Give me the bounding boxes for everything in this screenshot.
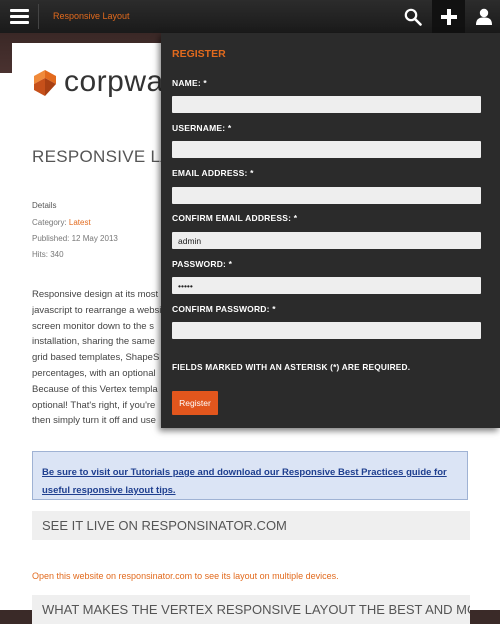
- category-label: Category:: [32, 218, 69, 227]
- panel-title: REGISTER: [172, 48, 226, 60]
- email-label: EMAIL ADDRESS: *: [172, 168, 254, 178]
- user-icon: [475, 8, 492, 25]
- name-field[interactable]: [172, 96, 481, 113]
- required-note: FIELDS MARKED WITH AN ASTERISK (*) ARE R…: [172, 362, 411, 372]
- article-title: RESPONSIVE LA: [32, 147, 172, 166]
- logo-text: corpwa: [64, 65, 164, 98]
- password-field[interactable]: [172, 277, 481, 294]
- responsinator-link[interactable]: Open this website on responsinator.com t…: [32, 571, 339, 581]
- top-bar: Responsive Layout: [0, 0, 500, 33]
- username-field[interactable]: [172, 141, 481, 158]
- confirm-password-label: CONFIRM PASSWORD: *: [172, 304, 276, 314]
- callout-line: useful responsive layout tips.: [42, 485, 176, 496]
- section-heading-responsinator: SEE IT LIVE ON RESPONSINATOR.COM: [32, 511, 470, 540]
- confirm-password-field[interactable]: [172, 322, 481, 339]
- menu-button[interactable]: [0, 0, 38, 33]
- confirm-email-label: CONFIRM EMAIL ADDRESS: *: [172, 213, 298, 223]
- plus-icon: [440, 8, 457, 25]
- search-button[interactable]: [396, 0, 429, 33]
- tutorials-callout: Be sure to visit our Tutorials page and …: [32, 451, 468, 500]
- username-label: USERNAME: *: [172, 123, 232, 133]
- category-link[interactable]: Latest: [69, 218, 91, 227]
- category-line: Category: Latest: [32, 218, 91, 227]
- published-date: Published: 12 May 2013: [32, 234, 118, 243]
- search-icon: [404, 8, 422, 26]
- add-button[interactable]: [432, 0, 465, 33]
- tutorials-link[interactable]: Be sure to visit our Tutorials page and …: [42, 467, 447, 496]
- callout-line: Be sure to visit our Tutorials page and …: [42, 467, 447, 478]
- logo-icon: [34, 70, 56, 96]
- register-button[interactable]: Register: [172, 391, 218, 415]
- password-label: PASSWORD: *: [172, 259, 233, 269]
- site-title[interactable]: Responsive Layout: [53, 11, 130, 21]
- email-field[interactable]: [172, 187, 481, 204]
- details-heading: Details: [32, 201, 57, 210]
- confirm-email-field[interactable]: [172, 232, 481, 249]
- hits-count: Hits: 340: [32, 250, 64, 259]
- register-panel: REGISTER NAME: * USERNAME: * EMAIL ADDRE…: [161, 33, 500, 428]
- hamburger-icon: [9, 9, 29, 24]
- user-button[interactable]: [467, 0, 500, 33]
- name-label: NAME: *: [172, 78, 207, 88]
- divider: [38, 4, 39, 29]
